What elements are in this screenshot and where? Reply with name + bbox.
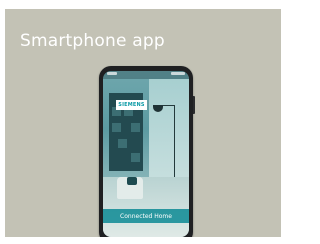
connected-home-button[interactable]: Connected Home [103,209,189,223]
phone-mockup: SIEMENS Connected Home [99,66,195,237]
status-icons [171,72,185,75]
room-floor [103,177,189,237]
phone-status-bar [103,71,189,79]
connected-home-label: Connected Home [120,212,172,220]
siemens-logo: SIEMENS [116,100,147,110]
room-wall [149,79,189,189]
card-title: Smartphone app [20,31,165,51]
phone-side-button [193,96,195,114]
phone-screen: SIEMENS Connected Home [103,71,189,237]
smartphone-app-card[interactable]: Smartphone app SIEMENS Connected Home [5,9,281,237]
status-time-indicator [107,72,117,75]
siemens-logo-text: SIEMENS [118,102,145,108]
